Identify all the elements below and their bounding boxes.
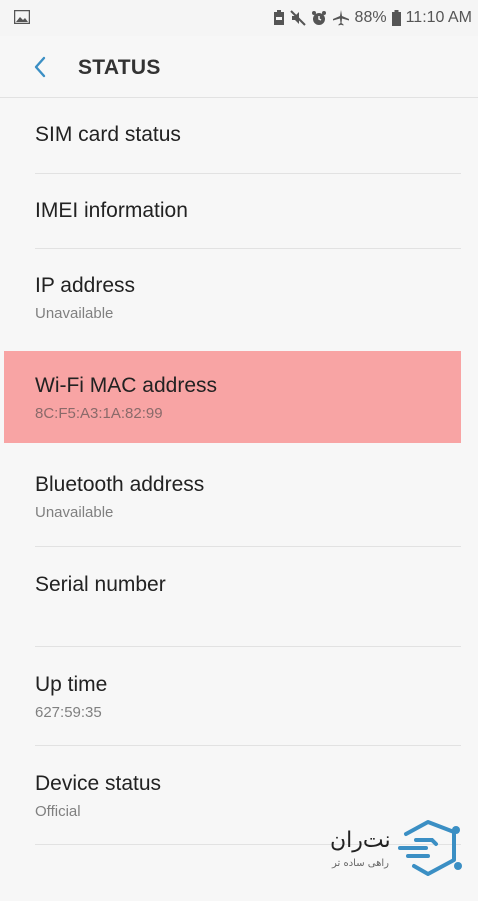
battery-percentage: 88% [354,9,387,26]
chevron-left-icon [34,56,46,78]
list-item-sim-card-status[interactable]: SIM card status [4,98,461,174]
list-item-value: 627:59:35 [35,704,102,721]
status-bar: 88% 11:10 AM [0,0,478,36]
page-title: STATUS [78,56,161,79]
clock: 11:10 AM [405,9,472,26]
list-item-title: IMEI information [35,199,188,222]
gallery-notification-icon [14,10,30,24]
list-item-value: Official [35,803,81,820]
back-button[interactable] [28,52,54,82]
list-item-up-time[interactable]: Up time 627:59:35 [4,647,461,745]
airplane-mode-icon [332,10,350,26]
app-bar: STATUS [0,36,478,98]
watermark-name: نت‌ران [330,828,391,853]
list-item-title: Device status [35,772,162,795]
list-item-wifi-mac-address[interactable]: Wi-Fi MAC address 8C:F5:A3:1A:82:99 [4,351,461,443]
alarm-icon [311,10,327,26]
list-item-title: SIM card status [35,123,181,146]
list-item-title: Serial number [35,573,166,596]
watermark-logo: نت‌ران راهی ساده تر [326,808,466,888]
list-item-value: Unavailable [35,504,114,521]
battery-icon [391,10,401,26]
list-item-title: IP address [35,274,136,297]
list-item-serial-number[interactable]: Serial number [4,547,461,646]
list-item-title: Up time [35,673,108,696]
list-item-bluetooth-address[interactable]: Bluetooth address Unavailable [4,447,461,546]
list-item-imei-information[interactable]: IMEI information [4,174,461,249]
battery-saver-icon [273,10,285,26]
list-item-ip-address[interactable]: IP address Unavailable [4,249,461,349]
watermark-tagline: راهی ساده تر [332,858,389,869]
cube-logo-icon [388,808,464,889]
list-item-value: 8C:F5:A3:1A:82:99 [35,405,163,422]
list-item-title: Wi-Fi MAC address [35,374,218,397]
list-item-value: Unavailable [35,305,114,322]
mute-icon [289,10,306,26]
list-item-title: Bluetooth address [35,473,205,496]
